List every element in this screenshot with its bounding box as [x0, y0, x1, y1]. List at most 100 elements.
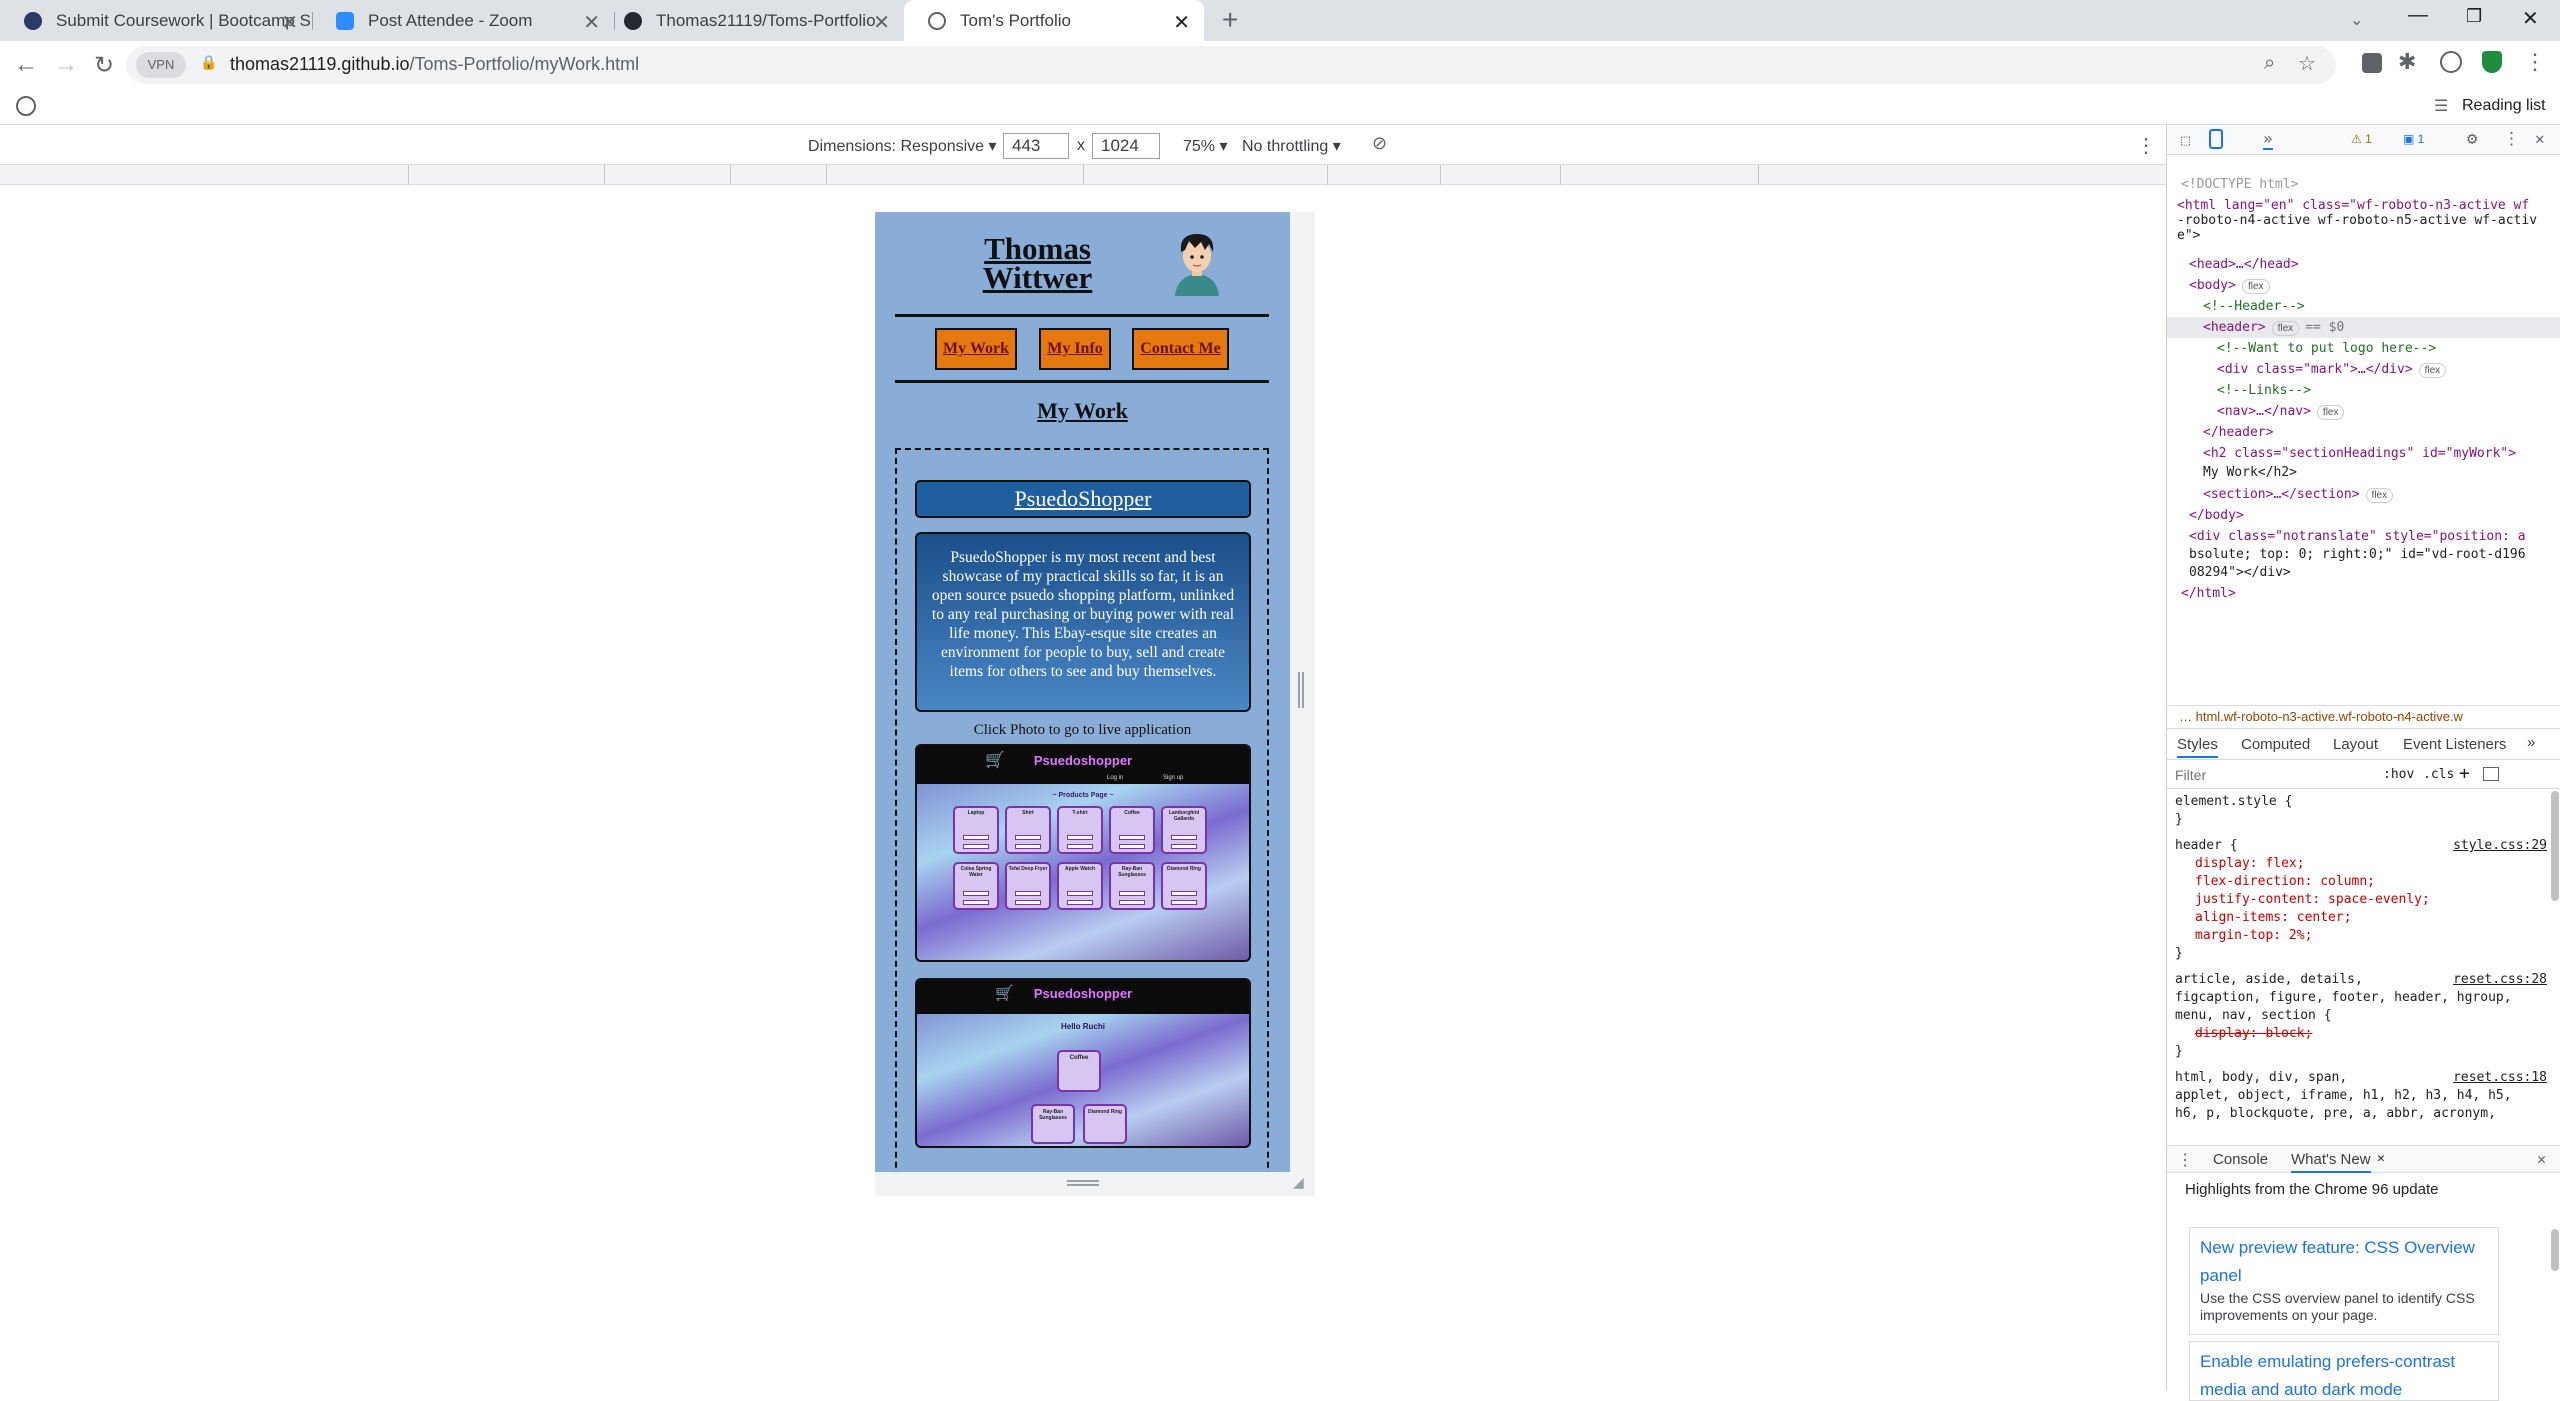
hov-toggle[interactable]: :hov: [2383, 767, 2414, 782]
flex-badge[interactable]: flex: [2316, 405, 2345, 420]
cls-toggle[interactable]: .cls: [2423, 767, 2454, 782]
dom-node[interactable]: My Work</h2>: [2167, 462, 2560, 483]
css-declaration[interactable]: h6, p, blockquote, pre, a, abbr, acronym…: [2167, 1105, 2560, 1123]
styles-filter-input[interactable]: [2175, 765, 2365, 785]
shield-icon[interactable]: [2482, 51, 2502, 73]
project-screenshot-dashboard[interactable]: 🛒 Psuedoshopper Hello Ruchi Coffee Ray-B…: [915, 978, 1251, 1148]
css-declaration[interactable]: figcaption, figure, footer, header, hgro…: [2167, 989, 2560, 1007]
nav-my-info[interactable]: My Info: [1039, 328, 1111, 370]
dom-node[interactable]: <section>…</section> flex: [2167, 484, 2560, 505]
css-declaration[interactable]: element.style {: [2167, 793, 2560, 811]
profile-icon[interactable]: [2440, 51, 2462, 73]
whats-new-card[interactable]: New preview feature: CSS Overview panel …: [2189, 1227, 2499, 1335]
css-declaration[interactable]: applet, object, iframe, h1, h2, h3, h4, …: [2167, 1087, 2560, 1105]
whats-new-card[interactable]: Enable emulating prefers-contrast media …: [2189, 1341, 2499, 1401]
project-screenshot-products[interactable]: 🛒 Psuedoshopper Log in Sign up ~ Product…: [915, 744, 1251, 962]
css-declaration[interactable]: justify-content: space-evenly;: [2167, 891, 2560, 909]
close-icon[interactable]: ✕: [873, 10, 890, 35]
css-source-link[interactable]: reset.css:18: [2453, 1069, 2547, 1087]
reload-icon[interactable]: ↻: [94, 51, 114, 80]
restore-icon[interactable]: ❐: [2466, 6, 2482, 27]
drag-grip-icon[interactable]: [1298, 672, 1304, 708]
css-declaration[interactable]: html, body, div, span, reset.css:18: [2167, 1069, 2560, 1087]
css-declaration[interactable]: }: [2167, 945, 2560, 963]
width-input[interactable]: 443: [1003, 133, 1069, 159]
emulated-page[interactable]: Thomas Wittwer My Work My Info Contact M…: [875, 212, 1290, 1172]
css-declaration[interactable]: header {style.css:29: [2167, 837, 2560, 855]
window-close-icon[interactable]: ✕: [2522, 6, 2539, 31]
tab-styles[interactable]: Styles: [2177, 736, 2218, 758]
reading-list-icon[interactable]: ☰: [2434, 96, 2448, 116]
flex-badge[interactable]: flex: [2241, 279, 2270, 294]
card-title[interactable]: New preview feature: CSS Overview panel: [2200, 1234, 2488, 1290]
tab-search-icon[interactable]: ⌄: [2350, 10, 2363, 30]
css-declaration[interactable]: align-items: center;: [2167, 909, 2560, 927]
nav-contact-me[interactable]: Contact Me: [1132, 328, 1229, 370]
css-declaration[interactable]: menu, nav, section {: [2167, 1007, 2560, 1025]
flex-badge[interactable]: flex: [2365, 488, 2394, 503]
styles-scrollbar[interactable]: [2551, 791, 2559, 901]
dom-node[interactable]: <body> flex: [2167, 275, 2560, 296]
bookmark-star-icon[interactable]: ☆: [2298, 51, 2316, 76]
dimensions-dropdown[interactable]: Dimensions: Responsive ▾: [808, 136, 997, 156]
device-more-icon[interactable]: ⋮: [2136, 133, 2156, 158]
tab-event-listeners[interactable]: Event Listeners: [2403, 736, 2506, 753]
inspect-icon[interactable]: ⬚: [2181, 131, 2190, 149]
menu-icon[interactable]: ⋮: [2524, 49, 2546, 75]
vpn-badge[interactable]: VPN: [136, 52, 186, 78]
css-declaration[interactable]: }: [2167, 1043, 2560, 1061]
close-tab-icon[interactable]: ✕: [2377, 1151, 2385, 1166]
tab-bootcamp[interactable]: Submit Coursework | Bootcamp S ✕: [0, 0, 312, 41]
puzzle-icon[interactable]: ✱: [2398, 49, 2416, 75]
height-input[interactable]: 1024: [1092, 133, 1160, 159]
close-icon[interactable]: ✕: [1173, 10, 1190, 35]
more-panels-icon[interactable]: »: [2263, 129, 2273, 150]
css-declaration[interactable]: }: [2167, 811, 2560, 829]
drawer-close-icon[interactable]: ✕: [2537, 1150, 2546, 1168]
throttling-dropdown[interactable]: No throttling ▾: [1242, 136, 1341, 156]
globe-icon[interactable]: [16, 96, 36, 116]
dom-node[interactable]: <!DOCTYPE html>: [2167, 174, 2560, 195]
tab-layout[interactable]: Layout: [2333, 736, 2378, 753]
warnings-badge[interactable]: ⚠ 1: [2351, 132, 2372, 146]
settings-gear-icon[interactable]: ⚙: [2467, 129, 2477, 149]
element-breadcrumb[interactable]: … html.wf-roboto-n3-active.wf-roboto-n4-…: [2167, 705, 2560, 729]
device-toggle-icon[interactable]: [2209, 129, 2223, 149]
dom-node[interactable]: <div class="mark">…</div> flex: [2167, 359, 2560, 380]
dom-node[interactable]: <!--Links-->: [2167, 380, 2560, 401]
corner-resize-icon[interactable]: ◢: [1293, 1174, 1304, 1191]
drawer-tab-whats-new[interactable]: What's New: [2291, 1151, 2371, 1173]
dom-node[interactable]: <!--Want to put logo here-->: [2167, 338, 2560, 359]
dom-node[interactable]: <h2 class="sectionHeadings" id="myWork">: [2167, 443, 2560, 464]
flex-badge[interactable]: flex: [2271, 321, 2300, 336]
lock-icon[interactable]: 🔒: [200, 54, 217, 71]
css-declaration[interactable]: display: flex;: [2167, 855, 2560, 873]
zoom-lens-icon[interactable]: ⌕: [2264, 52, 2275, 75]
tab-computed[interactable]: Computed: [2241, 736, 2310, 753]
css-declaration[interactable]: margin-top: 2%;: [2167, 927, 2560, 945]
dom-node[interactable]: 08294"></div>: [2167, 562, 2560, 583]
messages-badge[interactable]: ▣ 1: [2403, 132, 2424, 146]
close-icon[interactable]: ✕: [583, 10, 600, 35]
drawer-menu-icon[interactable]: ⋮: [2177, 1150, 2193, 1169]
address-bar[interactable]: VPN 🔒 thomas21119.github.io/Toms-Portfol…: [126, 46, 2336, 84]
forward-icon[interactable]: →: [54, 51, 78, 79]
devtools-menu-icon[interactable]: ⋮: [2503, 129, 2520, 149]
rotate-icon[interactable]: ⊘: [1372, 133, 1387, 154]
media-query-ruler[interactable]: [0, 165, 2166, 185]
dom-node[interactable]: <!--Header-->: [2167, 296, 2560, 317]
dom-node[interactable]: e">: [2167, 225, 2560, 246]
css-declaration[interactable]: article, aside, details, reset.css:28: [2167, 971, 2560, 989]
tab-github[interactable]: Thomas21119/Toms-Portfolio ✕: [600, 0, 904, 41]
css-declaration[interactable]: flex-direction: column;: [2167, 873, 2560, 891]
nav-my-work[interactable]: My Work: [935, 328, 1017, 370]
new-rule-icon[interactable]: +: [2459, 763, 2470, 784]
dom-node[interactable]: <head>…</head>: [2167, 254, 2560, 275]
new-tab-icon[interactable]: +: [1222, 4, 1238, 36]
tab-portfolio[interactable]: Tom's Portfolio ✕: [904, 0, 1204, 41]
drawer-scrollbar[interactable]: [2551, 1229, 2559, 1271]
css-declaration[interactable]: display: block;: [2167, 1025, 2560, 1043]
dom-node[interactable]: <nav>…</nav> flex: [2167, 401, 2560, 422]
project-title-link[interactable]: PsuedoShopper: [915, 480, 1251, 518]
dom-node[interactable]: </body>: [2167, 505, 2560, 526]
